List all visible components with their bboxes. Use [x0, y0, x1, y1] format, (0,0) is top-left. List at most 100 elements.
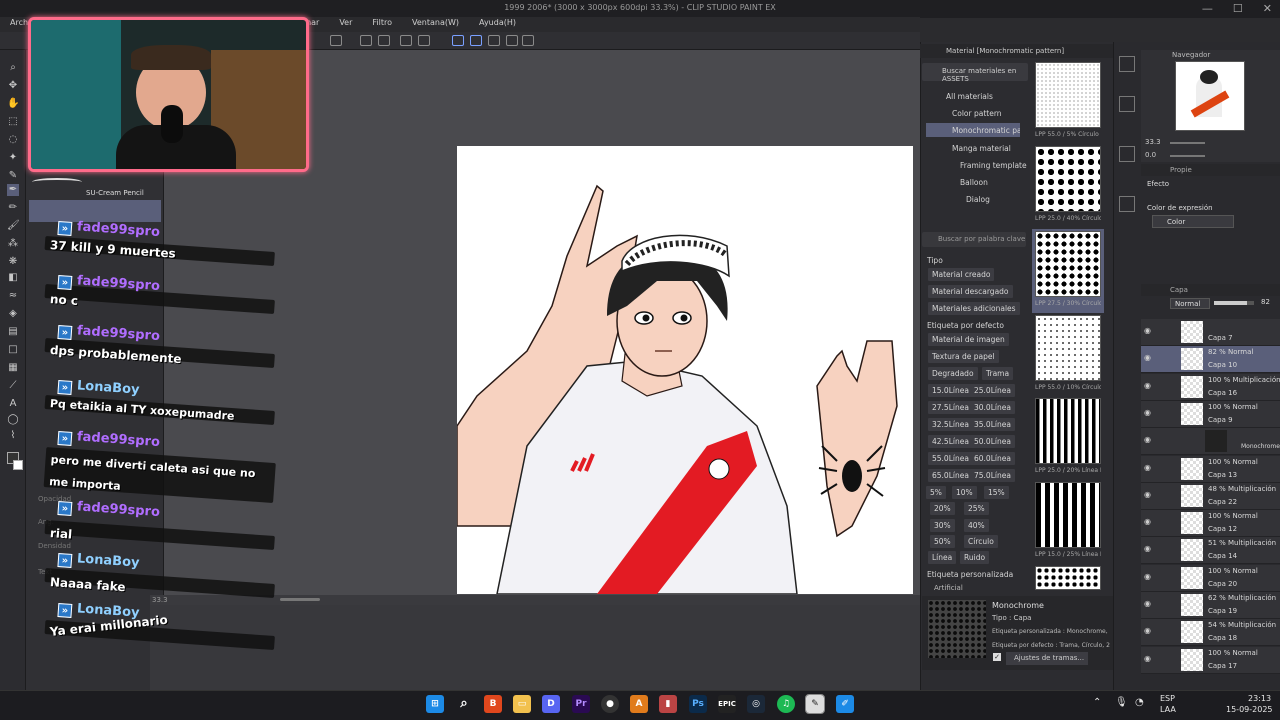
tag-line[interactable]: 30.0Línea [970, 401, 1015, 414]
tag-line[interactable]: 25.0Línea [970, 384, 1015, 397]
layer-row[interactable]: ◉ 100 % Normal Capa 17 [1141, 647, 1280, 674]
keyboard-layout[interactable]: LAA [1160, 705, 1176, 714]
eye-icon[interactable]: ◉ [1144, 409, 1152, 417]
menu-item-filter[interactable]: Filtro [362, 17, 402, 32]
discord-icon[interactable]: D [542, 695, 560, 713]
wifi-icon[interactable]: ◔ [1135, 697, 1144, 708]
expression-color-select[interactable]: Color [1152, 215, 1234, 228]
menu-item-window[interactable]: Ventana(W) [402, 17, 469, 32]
perspective-snap-icon[interactable] [488, 35, 500, 46]
undo-icon[interactable] [418, 35, 430, 46]
tag-additional-material[interactable]: Materiales adicionales [928, 302, 1020, 315]
tag-line[interactable]: 15.0Línea [928, 384, 973, 397]
spotify-icon[interactable]: ♫ [777, 695, 795, 713]
layer-row[interactable]: ◉ 100 % Normal Capa 12 [1141, 510, 1280, 537]
pen-tool-icon[interactable]: ✒ [7, 184, 19, 196]
tag-line[interactable]: 27.5Línea [928, 401, 973, 414]
menu-item-help[interactable]: Ayuda(H) [469, 17, 526, 32]
opacity-slider[interactable] [1214, 301, 1254, 305]
zoom-tool-icon[interactable]: ⌕ [7, 62, 19, 74]
opacity-value[interactable]: 82 [1261, 298, 1270, 306]
airbrush-tool-icon[interactable]: ⁂ [7, 238, 19, 250]
start-icon[interactable]: ⊞ [426, 695, 444, 713]
drawing-canvas[interactable] [457, 146, 913, 594]
panel-icon[interactable] [1119, 96, 1135, 112]
tag-percent[interactable]: 30% [930, 519, 955, 532]
tag-downloaded-material[interactable]: Material descargado [928, 285, 1013, 298]
eye-icon[interactable]: ◉ [1144, 545, 1152, 553]
tag-line[interactable]: 42.5Línea [928, 435, 973, 448]
zoom-slider[interactable] [280, 598, 320, 601]
language-indicator[interactable]: ESP [1160, 694, 1175, 703]
maximize-icon[interactable]: ☐ [1233, 2, 1243, 15]
tree-manga-material[interactable]: Manga material [952, 144, 1011, 153]
material-thumbnail[interactable] [1035, 62, 1101, 128]
menu-item-view[interactable]: Ver [329, 17, 362, 32]
layer-row[interactable]: ◉ Monochrome [1141, 428, 1280, 455]
ruler-snap-icon[interactable] [452, 35, 464, 46]
eye-icon[interactable]: ◉ [1144, 627, 1152, 635]
clock-time[interactable]: 23:13 [1248, 694, 1271, 703]
layer-row[interactable]: ◉ Capa 7 [1141, 319, 1280, 346]
clear-icon[interactable] [400, 35, 412, 46]
tag-percent[interactable]: 40% [964, 519, 989, 532]
text-tool-icon[interactable]: A [7, 398, 19, 410]
navigator-thumbnail[interactable] [1175, 61, 1245, 131]
brush-tool-icon[interactable]: 🖌 [7, 220, 20, 232]
tree-dialog[interactable]: Dialog [966, 195, 990, 204]
pencil-tool-icon[interactable]: ✏ [7, 202, 19, 214]
eye-icon[interactable]: ◉ [1144, 491, 1152, 499]
layer-row[interactable]: ◉ 54 % Multiplicación Capa 18 [1141, 619, 1280, 646]
tag-image-material[interactable]: Material de imagen [928, 333, 1009, 346]
eye-icon[interactable]: ◉ [1144, 518, 1152, 526]
rotate-slider[interactable] [1170, 155, 1205, 157]
tag-screentone[interactable]: Trama [982, 367, 1014, 380]
lasso-tool-icon[interactable]: ◌ [7, 134, 19, 146]
eye-icon[interactable]: ◉ [1144, 436, 1152, 444]
panel-icon[interactable] [1119, 146, 1135, 162]
eraser-tool-icon[interactable]: ◧ [7, 272, 19, 284]
transform-icon[interactable] [330, 35, 342, 46]
tag-line-type[interactable]: Línea [928, 551, 957, 564]
microphone-icon[interactable]: 🎙 [1115, 697, 1128, 708]
clock-date[interactable]: 15-09-2025 [1226, 705, 1273, 714]
premiere-icon[interactable]: Pr [572, 695, 590, 713]
figure-tool-icon[interactable]: □ [7, 344, 19, 356]
sub-color-swatch[interactable] [13, 460, 23, 470]
tag-artificial[interactable]: Artificial [934, 584, 963, 592]
panel-icon[interactable] [1119, 196, 1135, 212]
photoshop-icon[interactable]: Ps [689, 695, 707, 713]
tag-line[interactable]: 32.5Línea [928, 418, 973, 431]
material-thumbnail[interactable] [1035, 566, 1101, 590]
reference-icon[interactable] [522, 35, 534, 46]
tag-line[interactable]: 75.0Línea [970, 469, 1015, 482]
eye-icon[interactable]: ◉ [1144, 382, 1152, 390]
brave-icon[interactable]: B [484, 695, 502, 713]
artrage-icon[interactable]: A [630, 695, 648, 713]
layer-row[interactable]: ◉ 51 % Multiplicación Capa 14 [1141, 537, 1280, 564]
tag-line[interactable]: 50.0Línea [970, 435, 1015, 448]
tag-line[interactable]: 35.0Línea [970, 418, 1015, 431]
layer-row[interactable]: ◉ 62 % Multiplicación Capa 19 [1141, 592, 1280, 619]
app-icon[interactable]: ▮ [659, 695, 677, 713]
tag-percent[interactable]: 25% [964, 502, 989, 515]
eye-icon[interactable]: ◉ [1144, 327, 1152, 335]
tree-color-pattern[interactable]: Color pattern [952, 109, 1002, 118]
panel-icon[interactable] [1119, 56, 1135, 72]
select-tool-icon[interactable]: ⬚ [7, 116, 19, 128]
search-assets-button[interactable]: Buscar materiales en ASSETS [922, 63, 1028, 83]
steam-icon[interactable]: ◎ [747, 695, 765, 713]
zoom-readout[interactable]: 33.3 [152, 596, 168, 604]
tag-noise[interactable]: Ruido [960, 551, 990, 564]
obs-icon[interactable]: ● [601, 695, 619, 713]
tag-gradient[interactable]: Degradado [928, 367, 978, 380]
clip-studio-icon[interactable]: ✎ [805, 694, 825, 714]
tag-line[interactable]: 65.0Línea [928, 469, 973, 482]
decoration-tool-icon[interactable]: ❋ [7, 256, 19, 268]
correct-line-icon[interactable]: ⌇ [7, 430, 19, 442]
blend-tool-icon[interactable]: ≈ [7, 290, 19, 302]
balloon-tool-icon[interactable]: ◯ [7, 414, 19, 426]
eyedropper-icon[interactable]: ✎ [7, 170, 19, 182]
tag-line[interactable]: 55.0Línea [928, 452, 973, 465]
screentone-settings-button[interactable]: Ajustes de tramas... [1006, 652, 1088, 665]
